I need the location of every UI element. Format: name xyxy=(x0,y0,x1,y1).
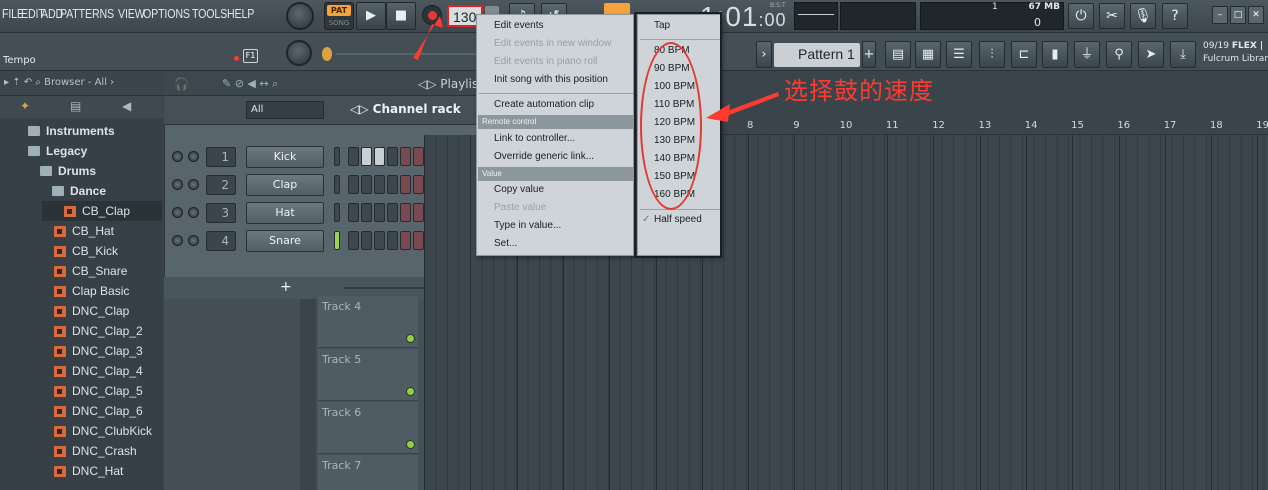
annotation-arrows xyxy=(413,16,779,122)
annotation-arrow-bpm-head xyxy=(706,104,730,122)
annotation-arrow-tempo xyxy=(413,16,443,60)
